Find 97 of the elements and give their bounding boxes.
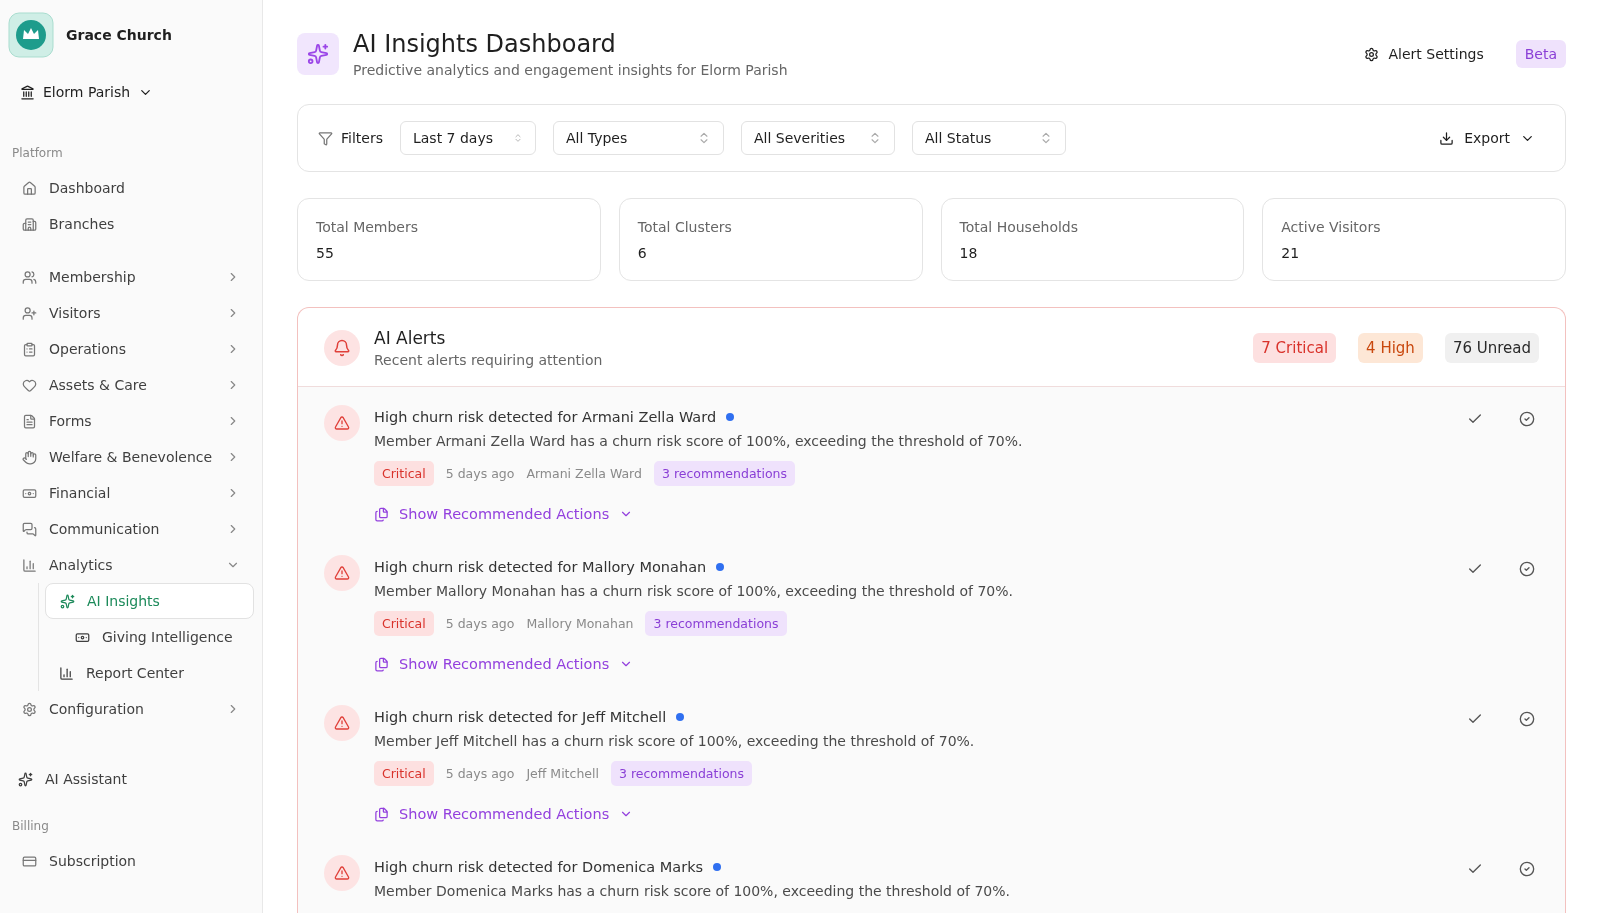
sidebar-item[interactable]: Configuration bbox=[8, 691, 254, 727]
filter-icon bbox=[318, 130, 333, 146]
alert-text: Member Jeff Mitchell has a churn risk score of 100%, exceeding the threshold of 70%. bbox=[374, 733, 976, 749]
nav-icon bbox=[22, 216, 37, 232]
org-name: Grace Church bbox=[66, 27, 172, 43]
alert-title: High churn risk detected for Armani Zella Ward bbox=[374, 409, 717, 425]
sidebar-item[interactable]: Forms bbox=[8, 403, 254, 439]
download-icon bbox=[1439, 130, 1455, 146]
sidebar-item[interactable]: AI Insights bbox=[45, 583, 254, 619]
alert-time: 5 days ago bbox=[445, 766, 515, 781]
stat-value: 6 bbox=[637, 245, 648, 261]
alert-settings-button[interactable]: Alert Settings bbox=[1353, 40, 1494, 68]
landmark-icon bbox=[20, 84, 35, 100]
sidebar-item[interactable]: AI Assistant bbox=[8, 761, 254, 797]
recommendations-badge: 3 recommendations bbox=[645, 611, 787, 636]
warning-icon bbox=[324, 855, 360, 891]
count-badge: 4 High bbox=[1358, 333, 1423, 363]
nav-icon bbox=[22, 180, 37, 196]
stat-label: Total Members bbox=[316, 219, 420, 235]
filter-select[interactable]: All Status bbox=[911, 121, 1066, 155]
sidebar-item[interactable]: Dashboard bbox=[8, 170, 254, 206]
count-badge: 7 Critical bbox=[1253, 333, 1337, 363]
sparkles-icon bbox=[18, 771, 33, 787]
settings-icon bbox=[1363, 46, 1379, 62]
member-name: Jeff Mitchell bbox=[526, 766, 599, 781]
alert-text: Member Domenica Marks has a churn risk score of 100%, exceeding the threshold of 70%. bbox=[374, 883, 1011, 899]
filters-label: Filters bbox=[318, 130, 383, 146]
member-name: Armani Zella Ward bbox=[526, 466, 642, 481]
alert-time: 5 days ago bbox=[445, 616, 515, 631]
nav-icon bbox=[22, 305, 37, 321]
sidebar-item[interactable]: Financial bbox=[8, 475, 254, 511]
files-icon bbox=[374, 656, 389, 672]
nav-icon bbox=[22, 701, 37, 717]
sidebar-item[interactable]: Branches bbox=[8, 206, 254, 242]
logo-icon bbox=[8, 12, 54, 58]
sidebar-item[interactable]: Welfare & Benevolence bbox=[8, 439, 254, 475]
warning-icon bbox=[324, 555, 360, 591]
sidebar-item[interactable]: Assets & Care bbox=[8, 367, 254, 403]
sparkles-icon bbox=[60, 593, 75, 609]
nav-icon bbox=[22, 521, 37, 537]
severity-badge: Critical bbox=[374, 611, 434, 636]
sparkles-icon bbox=[297, 33, 339, 75]
stat-value: 18 bbox=[959, 245, 979, 261]
beta-badge: Beta bbox=[1515, 40, 1566, 68]
nav-icon bbox=[22, 413, 37, 429]
alerts-subtitle: Recent alerts requiring attention bbox=[374, 352, 604, 368]
alert-title: High churn risk detected for Mallory Monahan bbox=[374, 559, 707, 575]
stat-value: 55 bbox=[316, 245, 335, 261]
chart-icon bbox=[59, 665, 74, 681]
sidebar-item[interactable]: Visitors bbox=[8, 295, 254, 331]
filter-select[interactable]: Last 7 days bbox=[399, 121, 536, 155]
filter-select[interactable]: All Types bbox=[552, 121, 724, 155]
filter-select[interactable]: All Severities bbox=[740, 121, 895, 155]
member-name: Mallory Monahan bbox=[526, 616, 634, 631]
card-icon bbox=[22, 853, 37, 869]
files-icon bbox=[374, 506, 389, 522]
section-label: Platform bbox=[11, 146, 64, 160]
export-button[interactable]: Export bbox=[1429, 124, 1545, 152]
severity-badge: Critical bbox=[374, 761, 434, 786]
nav-icon bbox=[22, 341, 37, 357]
sidebar-item[interactable]: Giving Intelligence bbox=[45, 619, 254, 655]
sidebar-item[interactable]: Membership bbox=[8, 259, 254, 295]
recommended-actions-link[interactable]: Show Recommended Actions bbox=[374, 656, 634, 672]
recommendations-badge: 3 recommendations bbox=[654, 461, 795, 486]
stat-label: Total Clusters bbox=[637, 219, 733, 235]
chevron-updown-icon bbox=[513, 131, 523, 145]
recommendations-badge: 3 recommendations bbox=[610, 761, 752, 786]
alert-title: High churn risk detected for Jeff Mitchell bbox=[374, 709, 667, 725]
bell-icon bbox=[324, 330, 360, 366]
alert-title: High churn risk detected for Domenica Marks bbox=[374, 859, 704, 875]
stat-label: Active Visitors bbox=[1281, 219, 1382, 235]
stat-label: Total Households bbox=[959, 219, 1080, 235]
alert-text: Member Armani Zella Ward has a churn risk score of 100%, exceeding the threshold of 70%. bbox=[374, 433, 1024, 449]
count-badge: 76 Unread bbox=[1444, 333, 1539, 363]
sidebar-item[interactable]: Subscription bbox=[8, 843, 254, 879]
sidebar-item[interactable]: Report Center bbox=[45, 655, 254, 691]
parish-selector[interactable]: Elorm Parish bbox=[8, 84, 254, 100]
section-label: Billing bbox=[11, 819, 50, 833]
stat-value: 21 bbox=[1281, 245, 1301, 261]
recommended-actions-link[interactable]: Show Recommended Actions bbox=[374, 806, 634, 822]
sidebar-item[interactable]: Operations bbox=[8, 331, 254, 367]
nav-icon bbox=[22, 557, 37, 573]
page-subtitle: Predictive analytics and engagement insights for Elorm Parish bbox=[353, 62, 789, 78]
nav-icon bbox=[22, 377, 37, 393]
nav-icon bbox=[22, 269, 37, 285]
warning-icon bbox=[324, 405, 360, 441]
alert-text: Member Mallory Monahan has a churn risk score of 100%, exceeding the threshold of 70%. bbox=[374, 583, 1014, 599]
page-title: AI Insights Dashboard bbox=[353, 30, 617, 58]
sidebar-item[interactable]: Analytics bbox=[8, 547, 254, 583]
alert-time: 5 days ago bbox=[445, 466, 515, 481]
warning-icon bbox=[324, 705, 360, 741]
severity-badge: Critical bbox=[374, 461, 434, 486]
alerts-title: AI Alerts bbox=[374, 328, 447, 348]
recommended-actions-link[interactable]: Show Recommended Actions bbox=[374, 506, 634, 522]
sidebar-item[interactable]: Communication bbox=[8, 511, 254, 547]
nav-icon bbox=[22, 449, 37, 465]
files-icon bbox=[374, 806, 389, 822]
